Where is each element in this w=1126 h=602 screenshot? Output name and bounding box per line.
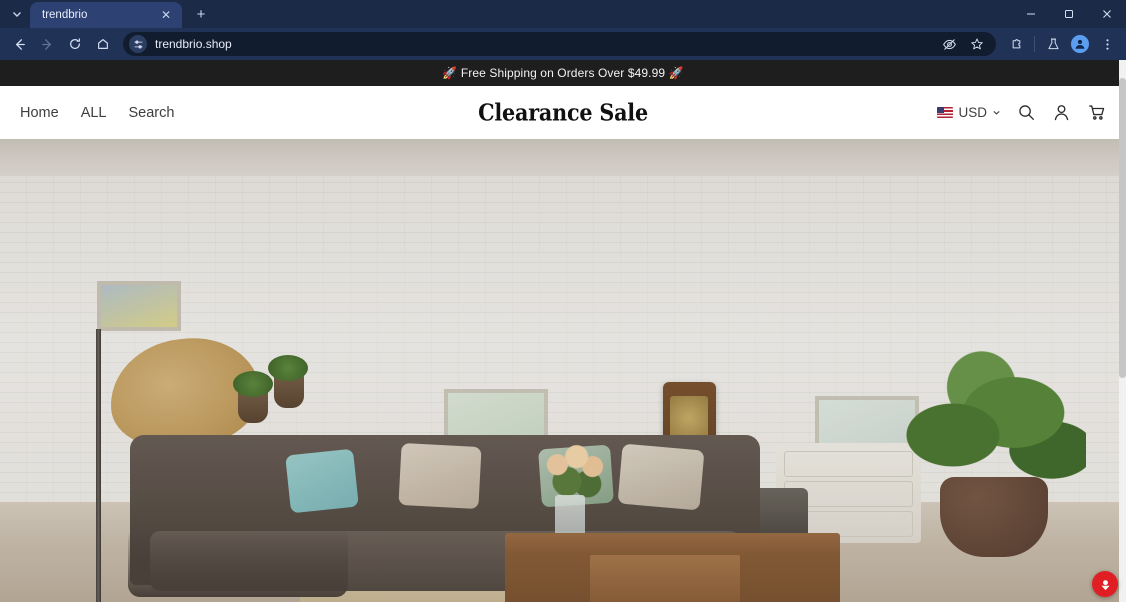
- window-minimize-button[interactable]: [1012, 0, 1050, 28]
- browser-tab[interactable]: trendbrio ✕: [30, 2, 182, 28]
- window-maximize-button[interactable]: [1050, 0, 1088, 28]
- main-navigation: Home ALL Search: [20, 105, 174, 121]
- window-close-button[interactable]: [1088, 0, 1126, 28]
- address-bar[interactable]: trendbrio.shop: [123, 32, 996, 56]
- header-actions: USD: [937, 103, 1106, 122]
- window-controls: [1012, 0, 1126, 28]
- nav-item-all[interactable]: ALL: [81, 105, 107, 121]
- tab-title: trendbrio: [42, 9, 88, 21]
- chevron-down-icon: [992, 105, 1001, 120]
- page-viewport: 🚀 Free Shipping on Orders Over $49.99 🚀 …: [0, 60, 1126, 602]
- currency-code: USD: [958, 105, 987, 120]
- page-scrollbar[interactable]: [1119, 60, 1126, 602]
- new-tab-button[interactable]: +: [188, 2, 214, 26]
- extensions-icon[interactable]: [1003, 31, 1029, 57]
- search-icon[interactable]: [1017, 103, 1036, 122]
- eye-off-icon[interactable]: [936, 31, 962, 57]
- nav-item-search[interactable]: Search: [129, 105, 175, 121]
- lab-flask-icon[interactable]: [1040, 31, 1066, 57]
- browser-menu-icon[interactable]: [1094, 31, 1120, 57]
- hero-illustration: [0, 139, 1126, 602]
- reload-button[interactable]: [62, 31, 88, 57]
- back-button[interactable]: [6, 31, 32, 57]
- tab-search-button[interactable]: [4, 2, 30, 26]
- toolbar-divider: [1034, 36, 1035, 52]
- nav-item-home[interactable]: Home: [20, 105, 59, 121]
- account-icon[interactable]: [1052, 103, 1071, 122]
- browser-window: trendbrio ✕ + trendbrio.shop 🚀 Free Ship…: [0, 0, 1126, 602]
- site-logo[interactable]: Clearance Sale: [478, 99, 648, 126]
- toolbar-right-actions: [1003, 31, 1120, 57]
- url-text: trendbrio.shop: [155, 37, 232, 51]
- home-icon[interactable]: [90, 31, 116, 57]
- page-scrollbar-thumb[interactable]: [1119, 78, 1126, 378]
- profile-avatar[interactable]: [1067, 31, 1093, 57]
- announcement-bar: 🚀 Free Shipping on Orders Over $49.99 🚀: [0, 60, 1126, 86]
- cart-icon[interactable]: [1087, 103, 1106, 122]
- forward-button[interactable]: [34, 31, 60, 57]
- tab-strip: trendbrio ✕ +: [0, 0, 1126, 28]
- tune-icon[interactable]: [129, 35, 147, 53]
- site-header: Home ALL Search Clearance Sale USD: [0, 86, 1126, 139]
- us-flag-icon: [937, 107, 954, 118]
- browser-toolbar: trendbrio.shop: [0, 28, 1126, 60]
- bookmark-star-icon[interactable]: [964, 31, 990, 57]
- currency-selector[interactable]: USD: [937, 105, 1001, 120]
- hero-banner-image[interactable]: [0, 139, 1126, 602]
- scroll-badge-button[interactable]: [1092, 571, 1118, 597]
- tab-close-icon[interactable]: ✕: [158, 7, 174, 23]
